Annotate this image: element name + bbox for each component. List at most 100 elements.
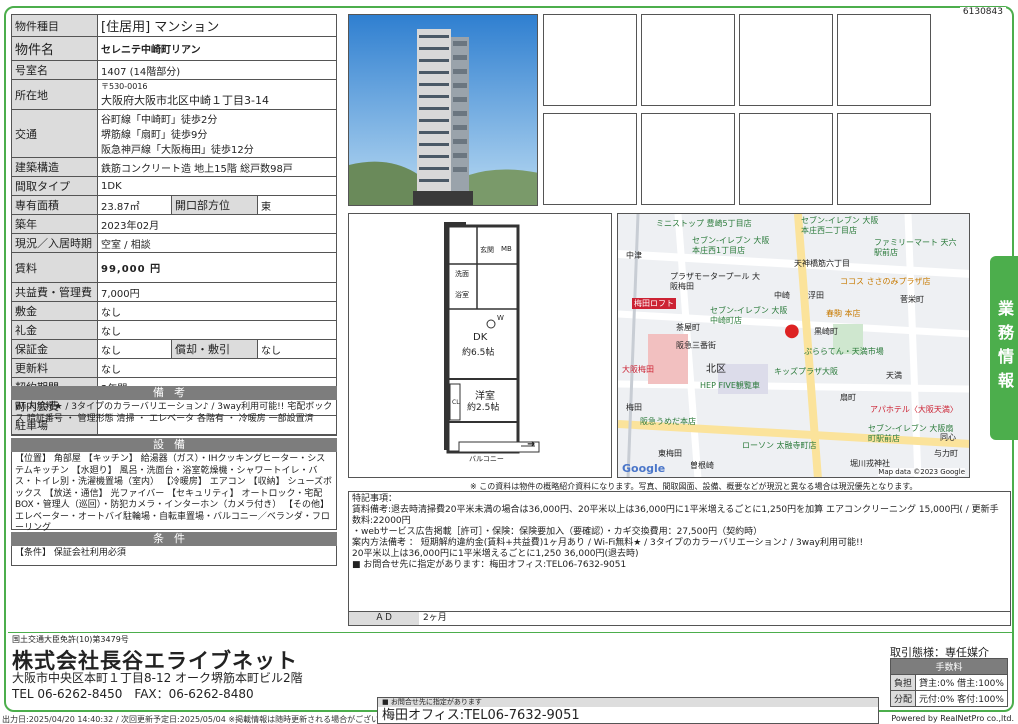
business-info-tab[interactable]: 業務情報 bbox=[990, 256, 1018, 440]
map-label: ココス ささのみプラザ店 bbox=[840, 277, 931, 286]
fee-table: 手数料 負担 貸主:0% 借主:100% 分配 元付:0% 客付:100% bbox=[889, 658, 1008, 707]
photo-thumb[interactable] bbox=[641, 14, 735, 106]
fp-entrance: 玄関 bbox=[480, 246, 494, 254]
built-label: 築年 bbox=[11, 214, 98, 234]
photo-thumb[interactable] bbox=[543, 113, 637, 205]
ad-value: 2ヶ月 bbox=[423, 613, 447, 623]
map-label: 中崎 bbox=[774, 291, 790, 300]
fp-balcony: バルコニー bbox=[469, 455, 504, 463]
map-label: ファミリーマート 天六駅前店 bbox=[874, 238, 957, 257]
map-label: キッズプラザ大阪 bbox=[774, 367, 838, 376]
fee-value: 元付:0% 客付:100% bbox=[915, 690, 1008, 707]
building-photo[interactable] bbox=[348, 14, 538, 206]
ad-row: ＡＤ 2ヶ月 bbox=[348, 612, 1011, 626]
deposit-value: なし bbox=[97, 301, 337, 321]
ad-label: ＡＤ bbox=[349, 612, 419, 625]
compass-icon: ➜ bbox=[527, 439, 536, 450]
fee-value: 7,000円 bbox=[97, 282, 337, 302]
contact-value: 梅田オフィス:TEL06-7632-9051 bbox=[382, 708, 580, 723]
guarantee-value: なし bbox=[97, 339, 172, 359]
keymoney-label: 礼金 bbox=[11, 320, 98, 340]
contact-header: ■ お問合せ先に指定があります bbox=[378, 698, 878, 707]
special-line: 20平米以上は36,000円に1平米増えるごとに1,250 36,000円(退去… bbox=[352, 549, 639, 559]
map-label: ローソン 太融寺町店 bbox=[742, 441, 817, 450]
special-line: 賃料備考:退去時清掃費20平米未満の場合は36,000円、20平米以上は36,0… bbox=[352, 505, 999, 526]
keymoney-value: なし bbox=[97, 320, 337, 340]
status-value: 空室 / 相談 bbox=[97, 233, 337, 253]
fp-w: W bbox=[497, 314, 504, 322]
amort-label: 償却・敷引 bbox=[171, 339, 258, 359]
layout-value: 1DK bbox=[97, 176, 337, 196]
map-label: ミニストップ 豊崎5丁目店 bbox=[656, 219, 752, 228]
type-value: [住居用] マンション bbox=[97, 14, 337, 37]
special-line: 案内方法備考 ： 短期解約違約金(賃料+共益費)1ヶ月あり / Wi-Fi無料★… bbox=[352, 538, 864, 548]
traffic-label: 交通 bbox=[11, 109, 98, 158]
map-label: 梅田ロフト bbox=[632, 298, 676, 309]
map-label: 天神橋筋六丁目 bbox=[794, 259, 850, 268]
map-label: ぷららてん・天満市場 bbox=[804, 347, 884, 356]
map-label: 黒崎町 bbox=[814, 327, 838, 336]
type-label: 物件種目 bbox=[11, 14, 98, 37]
map-label: セブン-イレブン 大阪本庄西1丁目店 bbox=[692, 236, 770, 255]
fee-label: 共益費・管理費 bbox=[11, 282, 98, 302]
map-attribution: Map data ©2023 Google bbox=[878, 468, 965, 476]
map-label: 北区 bbox=[706, 364, 726, 375]
area-label: 専有面積 bbox=[11, 195, 98, 215]
remarks-header: 備考 bbox=[11, 386, 337, 400]
photo-thumb[interactable] bbox=[739, 14, 833, 106]
photo-thumb[interactable] bbox=[837, 113, 931, 205]
map-label: プラザモータープール 大阪梅田 bbox=[670, 272, 761, 291]
map-label: 梅田 bbox=[626, 403, 642, 412]
map-label: 阪急三番街 bbox=[676, 341, 716, 350]
photo-thumb[interactable] bbox=[641, 113, 735, 205]
name-value: セレニテ中崎町リアン bbox=[97, 36, 337, 61]
remarks-body: Wi-Fi無料★ / 3タイプのカラーバリエーション♪ / 3way利用可能!!… bbox=[11, 400, 337, 436]
dir-value: 東 bbox=[257, 195, 337, 215]
conditions-body: 【条件】 保証会社利用必須 bbox=[11, 546, 337, 566]
map-label: 与力町 bbox=[934, 449, 958, 458]
map-label: 天満 bbox=[886, 371, 902, 380]
footer-divider bbox=[8, 632, 1012, 633]
photo-thumb[interactable] bbox=[837, 14, 931, 106]
rent-value: 99,000 円 bbox=[97, 252, 337, 283]
fp-mb: MB bbox=[501, 245, 512, 253]
structure-label: 建築構造 bbox=[11, 157, 98, 177]
special-line: ・webサービス広告掲載［許可］・保険：保険要加入（要確認）・カギ交換費用：27… bbox=[352, 527, 763, 537]
special-line: ■ お問合せ先に指定があります：梅田オフィス:TEL06-7632-9051 bbox=[352, 560, 627, 570]
map-label: 春駒 本店 bbox=[826, 309, 861, 318]
facilities-body: 【位置】 角部屋 【キッチン】 給湯器（ガス）・IHクッキングヒーター・システム… bbox=[11, 452, 337, 533]
room-value: 1407 (14階部分) bbox=[97, 60, 337, 80]
fee-key: 負担 bbox=[889, 674, 917, 691]
map-label: アパホテル〈大阪天満〉 bbox=[870, 405, 958, 414]
guarantee-label: 保証金 bbox=[11, 339, 98, 359]
contact-box: ■ お問合せ先に指定があります 梅田オフィス:TEL06-7632-9051 bbox=[377, 697, 879, 724]
fee-header: 手数料 bbox=[890, 658, 1008, 675]
layout-label: 間取タイプ bbox=[11, 176, 98, 196]
name-label: 物件名 bbox=[11, 36, 98, 61]
rent-label: 賃料 bbox=[11, 252, 98, 283]
doc-id: 6130843 bbox=[959, 7, 1006, 17]
traffic-line: 谷町線「中崎町」徒歩2分 bbox=[101, 115, 218, 126]
renew-value: なし bbox=[97, 358, 337, 378]
fp-dk: DK bbox=[473, 332, 488, 343]
fp-wash: 洗面 bbox=[455, 270, 469, 278]
dir-label: 開口部方位 bbox=[171, 195, 258, 215]
floor-plan[interactable]: 玄関 MB 洗面 浴室 W DK 約6.5帖 CL 洋室 約2.5帖 バルコニー… bbox=[348, 213, 612, 478]
photo-thumb[interactable] bbox=[543, 14, 637, 106]
deposit-label: 敷金 bbox=[11, 301, 98, 321]
photo-thumb[interactable] bbox=[739, 113, 833, 205]
map-label: 大阪梅田 bbox=[622, 365, 654, 374]
area-value: 23.87㎡ bbox=[97, 195, 172, 215]
map-label: 扇町 bbox=[840, 393, 856, 402]
fp-cl: CL bbox=[452, 399, 460, 406]
map-label: 茶屋町 bbox=[676, 323, 700, 332]
special-notes: 特記事項： 賃料備考:退去時清掃費20平米未満の場合は36,000円、20平米以… bbox=[348, 491, 1011, 612]
map-label: HEP FIVE観覧車 bbox=[700, 381, 760, 390]
map-label: セブン-イレブン 大阪 本庄西二丁目店 bbox=[801, 216, 879, 235]
special-title: 特記事項： bbox=[352, 494, 398, 504]
company-tel: TEL 06-6262-8450 FAX：06-6262-8480 bbox=[12, 687, 254, 701]
renew-label: 更新料 bbox=[11, 358, 98, 378]
structure-value: 鉄筋コンクリート造 地上15階 総戸数98戸 bbox=[97, 157, 337, 177]
location-map[interactable]: ミニストップ 豊崎5丁目店 セブン-イレブン 大阪 本庄西二丁目店 セブン-イレ… bbox=[617, 213, 970, 478]
amort-value: なし bbox=[257, 339, 337, 359]
